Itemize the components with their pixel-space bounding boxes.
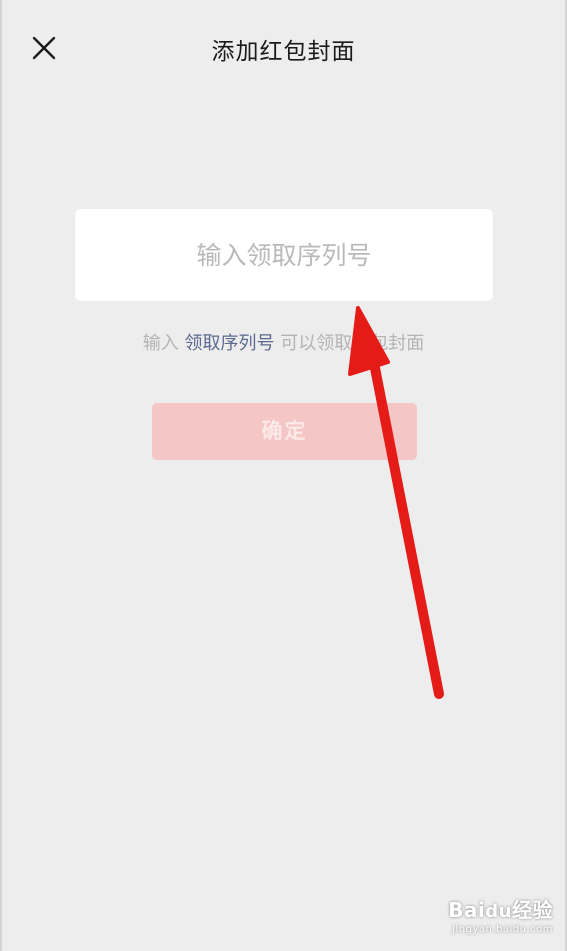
red-arrow-annotation [348, 306, 444, 699]
add-red-packet-cover-screen: 添加红包封面 输入 领取序列号 可以领取红包封面 确定 Baidu经验 jing… [0, 0, 567, 951]
hint-suffix: 可以领取红包封面 [274, 333, 425, 354]
watermark-brand-a: Bai [448, 898, 486, 922]
watermark-brand-b: du [485, 901, 512, 922]
hint-prefix: 输入 [142, 333, 185, 354]
serial-number-input[interactable] [75, 209, 493, 301]
confirm-button[interactable]: 确定 [152, 403, 417, 460]
watermark-brand: Baidu经验 [448, 894, 553, 923]
watermark-url: jingyan.baidu.com [452, 924, 553, 935]
serial-number-link[interactable]: 领取序列号 [185, 333, 275, 354]
page-title: 添加红包封面 [211, 39, 356, 65]
hint-text: 输入 领取序列号 可以领取红包封面 [2, 329, 565, 355]
baidu-jingyan-watermark: Baidu经验 jingyan.baidu.com [448, 894, 553, 935]
top-bar: 添加红包封面 [2, 0, 565, 100]
watermark-brand-c: 经验 [512, 898, 553, 922]
